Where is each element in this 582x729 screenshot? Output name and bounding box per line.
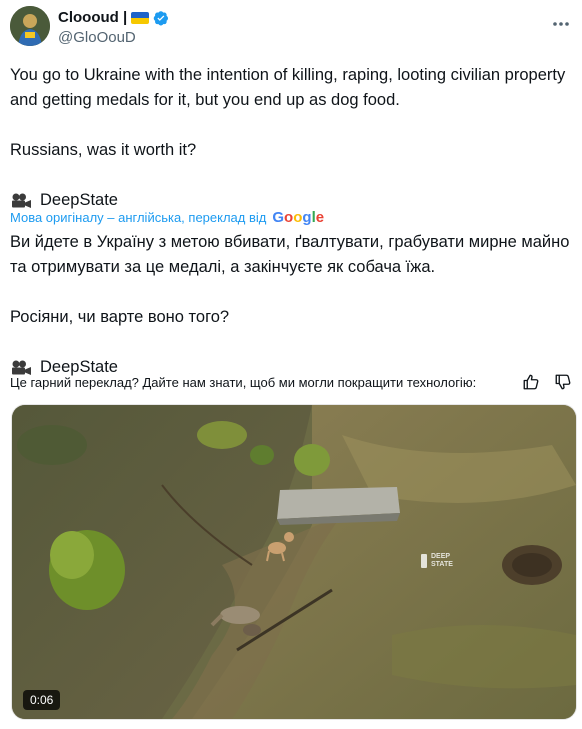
translated-paragraph: Ви йдете в Україну з метою вбивати, ґвал… <box>10 233 575 276</box>
translated-paragraph: Росіяни, чи варте воно того? <box>10 308 230 326</box>
thumbs-up-icon[interactable] <box>522 373 540 391</box>
feedback-prompt: Це гарний переклад? Дайте нам знати, щоб… <box>10 374 477 390</box>
verified-badge-icon <box>153 10 169 25</box>
thumbs-down-icon[interactable] <box>554 373 572 391</box>
name-row: Cloooud | <box>58 9 169 26</box>
deepstate-logo-icon <box>421 554 427 568</box>
translated-text: Ви йдете в Україну з метою вбивати, ґвал… <box>10 230 570 380</box>
ukraine-flag-icon <box>131 11 150 24</box>
video-camera-icon <box>12 193 31 208</box>
translation-feedback: Це гарний переклад? Дайте нам знати, щоб… <box>10 373 572 391</box>
translation-notice-text[interactable]: Мова оригіналу – англійська, переклад ві… <box>10 210 266 225</box>
tweet-header: Cloooud | @GloOouD <box>10 6 572 50</box>
user-handle[interactable]: @GloOouD <box>58 29 136 46</box>
translation-notice[interactable]: Мова оригіналу – англійська, переклад ві… <box>10 209 324 226</box>
avatar[interactable] <box>10 6 50 46</box>
video-duration: 0:06 <box>23 690 61 710</box>
video-player[interactable]: DEEP STATE 0:06 <box>11 404 577 720</box>
video-frame <box>12 405 576 719</box>
more-options-icon[interactable] <box>550 14 572 34</box>
google-logo: Google <box>272 209 325 226</box>
display-name[interactable]: Cloooud | <box>58 9 127 26</box>
tweet-paragraph: Russians, was it worth it? <box>10 141 197 159</box>
tweet-paragraph: You go to Ukraine with the intention of … <box>10 66 570 109</box>
deepstate-watermark: DEEP STATE <box>420 553 453 569</box>
tweet-text: You go to Ukraine with the intention of … <box>10 63 570 213</box>
watermark-line2: STATE <box>431 561 453 568</box>
watermark-line1: DEEP <box>431 553 451 560</box>
